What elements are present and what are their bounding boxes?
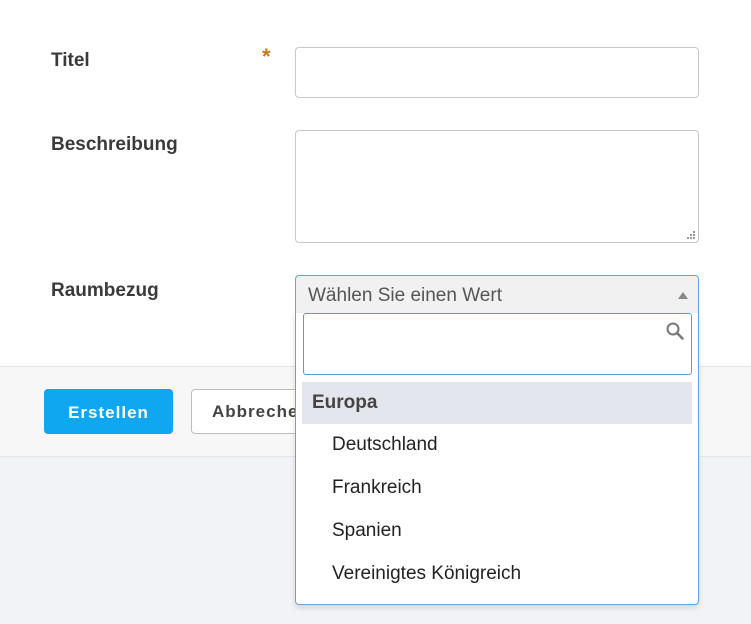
description-textarea[interactable] — [295, 130, 699, 243]
option-deutschland[interactable]: Deutschland — [332, 434, 438, 456]
select-current-value: Wählen Sie einen Wert — [308, 285, 502, 306]
dropdown-search-input[interactable] — [303, 313, 692, 375]
select-dropdown-panel: Europa Deutschland Frankreich Spanien Ve… — [295, 313, 699, 605]
resize-grip-icon[interactable] — [685, 229, 695, 239]
option-group-europe: Europa — [302, 382, 692, 424]
search-icon — [666, 322, 684, 340]
create-button[interactable]: Erstellen — [44, 389, 173, 434]
title-input[interactable] — [295, 47, 699, 98]
form-area: Titel * Beschreibung Raumbezug Wählen Si… — [0, 0, 751, 366]
description-label: Beschreibung — [51, 134, 178, 155]
spatial-reference-select[interactable]: Wählen Sie einen Wert — [295, 275, 699, 315]
option-spanien[interactable]: Spanien — [332, 520, 402, 542]
spatial-reference-label: Raumbezug — [51, 280, 159, 301]
required-marker: * — [262, 44, 271, 69]
option-frankreich[interactable]: Frankreich — [332, 477, 422, 499]
option-vereinigtes-koenigreich[interactable]: Vereinigtes Königreich — [332, 563, 521, 585]
triangle-up-icon — [678, 292, 688, 299]
title-label: Titel — [51, 50, 90, 71]
